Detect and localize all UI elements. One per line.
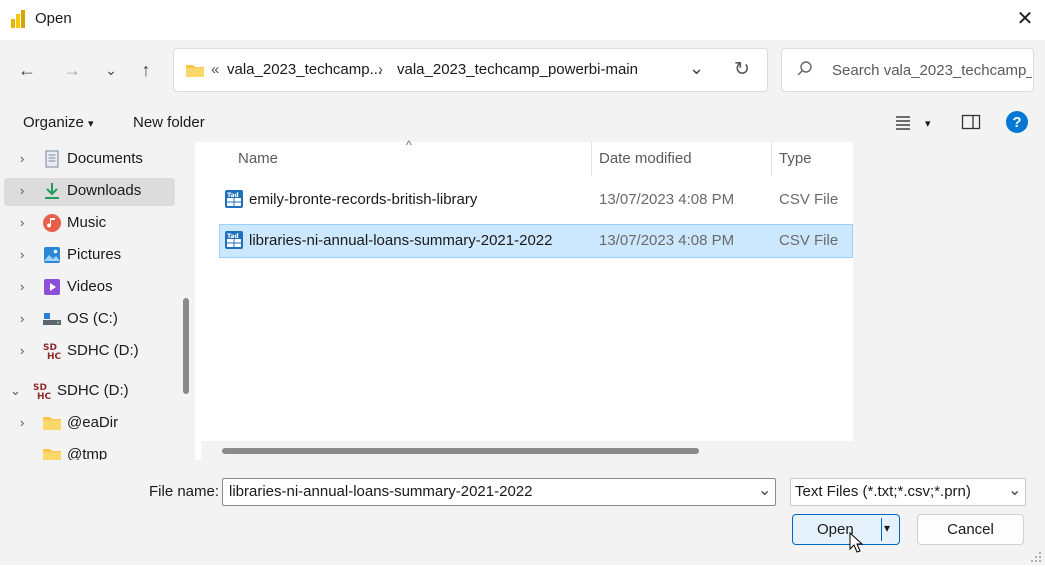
- forward-icon[interactable]: →: [59, 57, 85, 83]
- videos-icon: [42, 277, 62, 297]
- sidebar-item-documents[interactable]: › Documents: [0, 146, 180, 174]
- music-icon: [42, 213, 62, 233]
- back-icon[interactable]: ←: [14, 57, 40, 83]
- up-icon[interactable]: ↑: [133, 57, 159, 83]
- file-name-field[interactable]: libraries-ni-annual-loans-summary-2021-2…: [222, 478, 776, 506]
- resize-grip-icon[interactable]: [1030, 550, 1042, 562]
- mouse-cursor-icon: [849, 531, 864, 554]
- table-row[interactable]: Tad libraries-ni-annual-loans-summary-20…: [219, 224, 853, 258]
- file-name: emily-bronte-records-british-library: [249, 191, 478, 208]
- preview-pane-icon[interactable]: [961, 113, 981, 131]
- sidebar-item-downloads[interactable]: › Downloads: [4, 178, 175, 206]
- csv-file-icon: Tad: [224, 189, 244, 209]
- cancel-button[interactable]: Cancel: [917, 514, 1024, 545]
- refresh-icon[interactable]: ↻: [734, 58, 750, 81]
- sidebar-item-label: Pictures: [67, 246, 122, 263]
- chevron-down-icon[interactable]: ⌄: [10, 383, 24, 399]
- chevron-right-icon[interactable]: ›: [20, 311, 34, 326]
- view-caret-icon[interactable]: ▾: [925, 117, 931, 130]
- table-row[interactable]: Tad emily-bronte-records-british-library…: [219, 183, 853, 217]
- sidebar-item-label: Downloads: [67, 182, 142, 199]
- sidebar-item-label: Documents: [67, 150, 143, 167]
- chevron-right-icon[interactable]: ›: [20, 247, 34, 262]
- open-options-caret-icon[interactable]: ▾: [884, 521, 890, 535]
- chevron-right-icon[interactable]: ›: [20, 415, 34, 430]
- sidebar-item-label: @eaDir: [67, 414, 119, 431]
- file-type-value: Text Files (*.txt;*.csv;*.prn): [795, 483, 971, 500]
- file-type-dropdown-icon[interactable]: ⌄: [1008, 480, 1021, 500]
- sdcard-icon: SD HC: [42, 341, 62, 362]
- breadcrumb-separator: ›: [378, 61, 383, 78]
- title-bar: [0, 0, 1045, 40]
- file-list-margin: [853, 142, 1045, 460]
- column-header-date-modified[interactable]: Date modified: [599, 150, 692, 167]
- sidebar-item-videos[interactable]: › Videos: [0, 274, 180, 302]
- file-name-label: File name:: [149, 483, 220, 500]
- sidebar-item-tmp[interactable]: @tmp: [0, 442, 180, 460]
- sidebar-item-music[interactable]: › Music: [0, 210, 180, 238]
- column-header-name[interactable]: Name: [238, 150, 278, 167]
- column-header-type[interactable]: Type: [779, 150, 812, 167]
- chevron-right-icon[interactable]: ›: [20, 151, 34, 166]
- dialog-footer: [0, 460, 1045, 565]
- chevron-right-icon[interactable]: ›: [20, 343, 34, 358]
- sort-ascending-icon: ^: [406, 138, 412, 152]
- chevron-right-icon[interactable]: ›: [20, 183, 34, 198]
- chevron-right-icon[interactable]: ›: [20, 279, 34, 294]
- app-icon: [10, 9, 28, 29]
- open-button[interactable]: Open ▾: [792, 514, 900, 545]
- search-icon: [796, 60, 814, 78]
- file-name-dropdown-icon[interactable]: ⌄: [758, 480, 771, 500]
- organize-caret-icon: ▾: [88, 118, 94, 130]
- pictures-icon: [42, 245, 62, 265]
- new-folder-button[interactable]: New folder: [133, 114, 205, 131]
- csv-file-icon: Tad: [224, 230, 244, 250]
- sidebar-item-label: SDHC (D:): [57, 382, 129, 399]
- nav-scrollbar-thumb[interactable]: [183, 298, 189, 394]
- breadcrumb-overflow[interactable]: «: [211, 61, 219, 78]
- file-name: libraries-ni-annual-loans-summary-2021-2…: [249, 232, 553, 249]
- sidebar-item-label: Music: [67, 214, 107, 231]
- window-title: Open: [35, 10, 72, 27]
- sidebar-item-label: Videos: [67, 278, 113, 295]
- column-divider[interactable]: [591, 142, 592, 176]
- sidebar-item-pictures[interactable]: › Pictures: [0, 242, 180, 270]
- sidebar-item-label: OS (C:): [67, 310, 118, 327]
- split-divider: [881, 518, 882, 541]
- close-icon[interactable]: ✕: [1014, 8, 1036, 30]
- sidebar-item-sdhc-d-root[interactable]: ⌄ SD HC SDHC (D:): [0, 378, 180, 406]
- svg-text:HC: HC: [47, 352, 62, 361]
- view-options-icon[interactable]: [894, 113, 912, 131]
- sidebar-item-label: SDHC (D:): [67, 342, 139, 359]
- horizontal-scrollbar-thumb[interactable]: [222, 448, 699, 454]
- organize-button[interactable]: Organize: [23, 114, 84, 131]
- breadcrumb-item-1[interactable]: vala_2023_techcamp...: [227, 61, 382, 78]
- navigation-pane: › Documents › Downloads › Music › Pictur…: [0, 142, 195, 460]
- folder-icon: [185, 62, 205, 78]
- downloads-icon: [42, 181, 62, 201]
- svg-text:Tad: Tad: [227, 192, 239, 199]
- address-dropdown-icon[interactable]: ⌄: [689, 58, 704, 79]
- sidebar-item-label: @tmp: [67, 446, 108, 460]
- file-type: CSV File: [779, 191, 839, 208]
- sdcard-icon: SD HC: [32, 381, 52, 402]
- sidebar-item-sdhc-d[interactable]: › SD HC SDHC (D:): [0, 338, 180, 366]
- folder-icon: [42, 445, 62, 460]
- help-icon[interactable]: ?: [1006, 111, 1028, 133]
- folder-icon: [42, 413, 62, 433]
- breadcrumb-item-2[interactable]: vala_2023_techcamp_powerbi-main: [397, 61, 638, 78]
- svg-text:HC: HC: [37, 392, 52, 401]
- sidebar-item-os-c[interactable]: › OS (C:): [0, 306, 180, 334]
- chevron-right-icon[interactable]: ›: [20, 215, 34, 230]
- file-type: CSV File: [779, 232, 839, 249]
- file-date: 13/07/2023 4:08 PM: [599, 191, 735, 208]
- column-divider[interactable]: [771, 142, 772, 176]
- documents-icon: [42, 149, 62, 169]
- recent-locations-icon[interactable]: ⌄: [98, 57, 124, 83]
- sidebar-item-eadir[interactable]: › @eaDir: [0, 410, 180, 438]
- drive-icon: [42, 309, 62, 329]
- svg-text:Tad: Tad: [227, 233, 239, 240]
- file-date: 13/07/2023 4:08 PM: [599, 232, 735, 249]
- search-input[interactable]: Search vala_2023_techcamp_...: [832, 62, 1032, 79]
